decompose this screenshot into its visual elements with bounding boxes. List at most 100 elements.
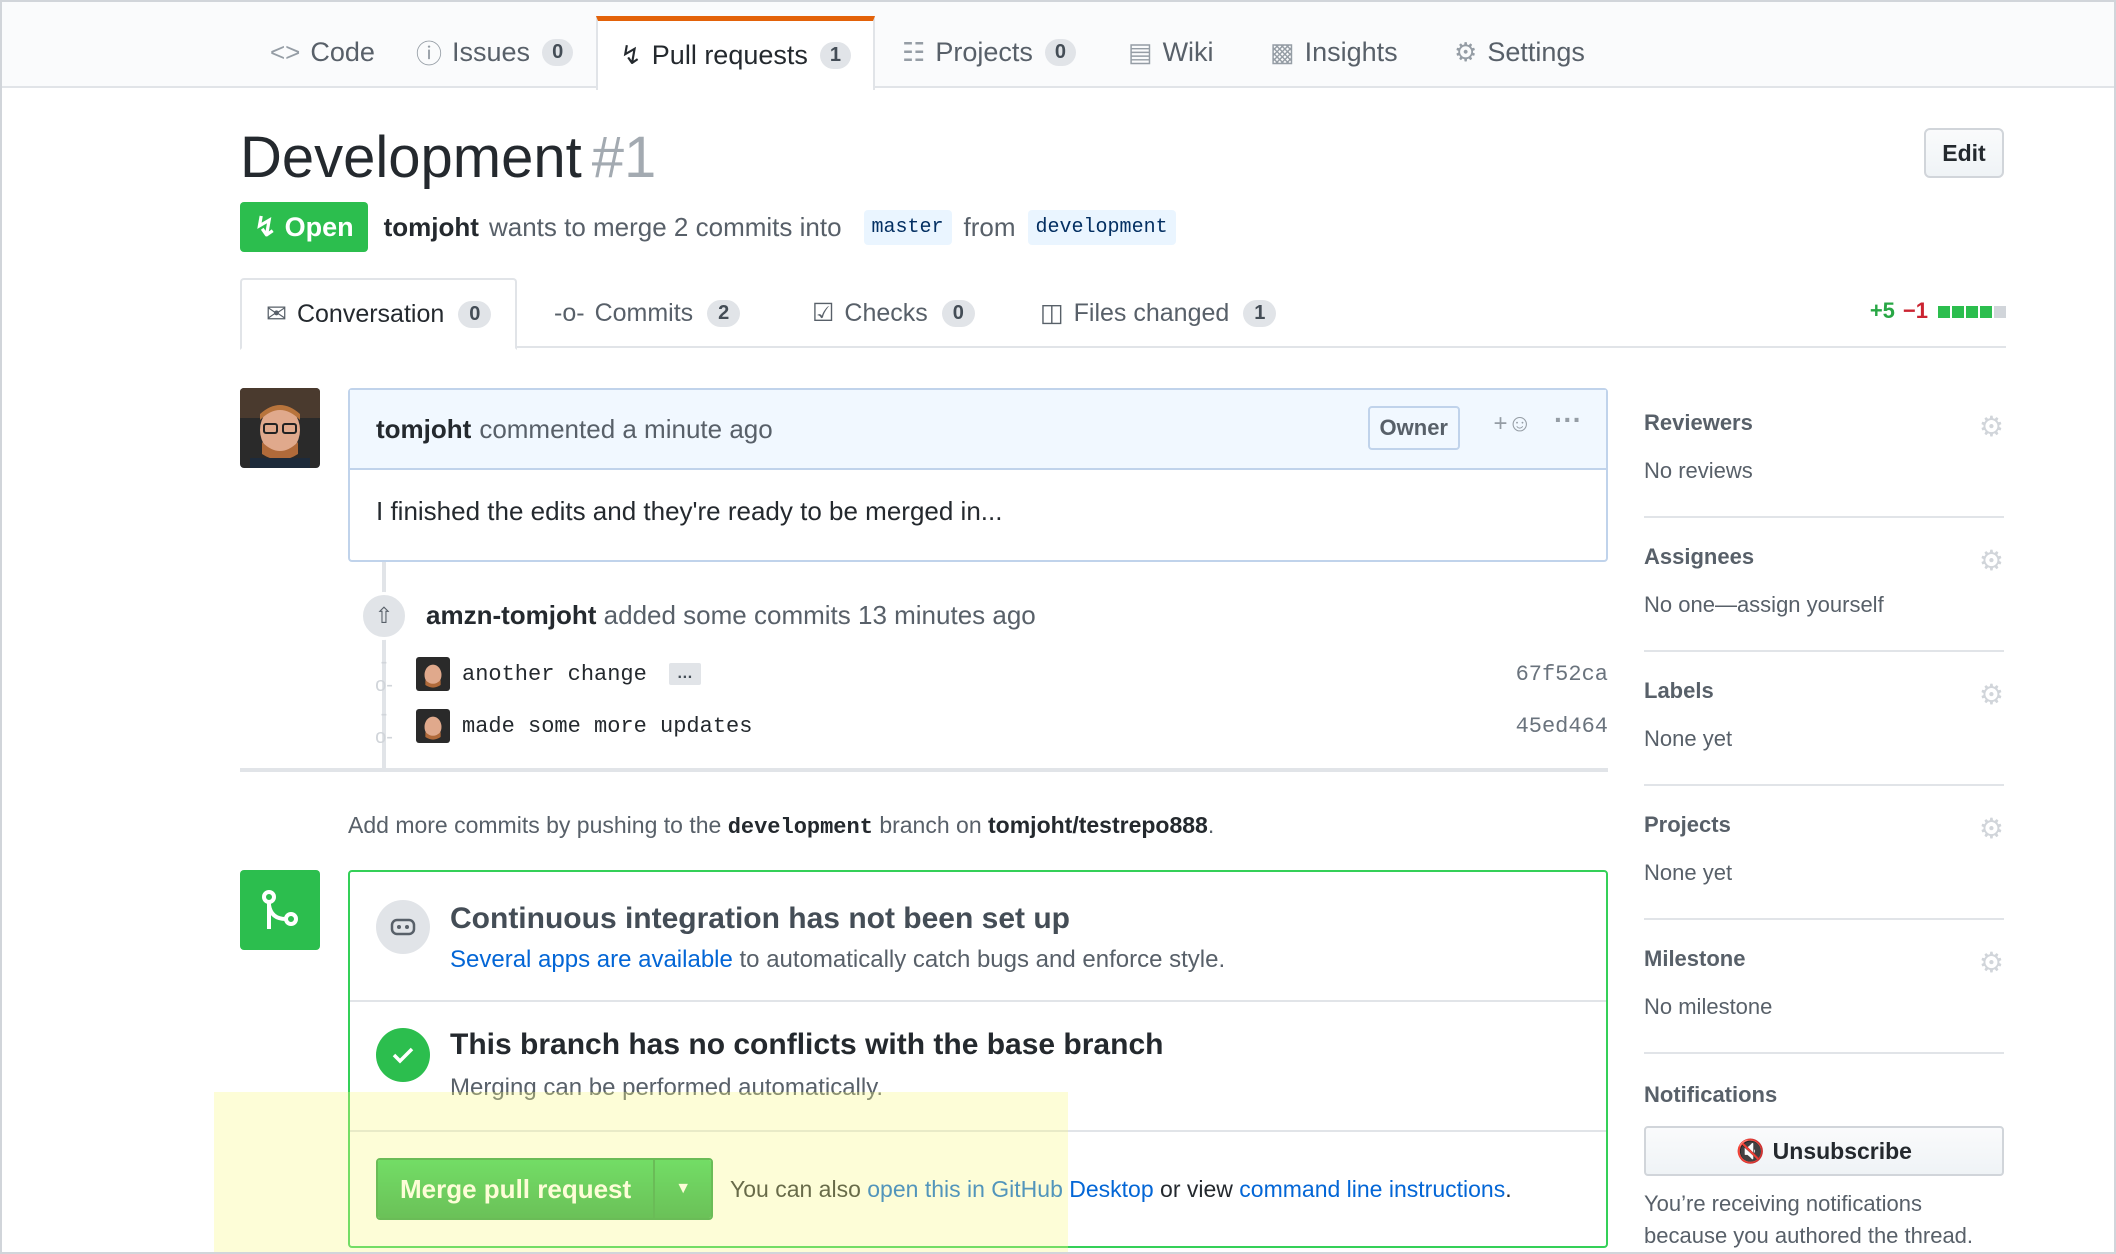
tab-files-changed-label: Files changed bbox=[1073, 298, 1230, 327]
gear-icon[interactable]: ⚙ bbox=[1979, 946, 2004, 979]
commit-message[interactable]: another change bbox=[462, 662, 647, 687]
tab-settings-label: Settings bbox=[1487, 36, 1585, 67]
tab-issues[interactable]: ⓘ Issues 0 bbox=[394, 16, 595, 88]
pr-number: #1 bbox=[591, 125, 657, 190]
sidebar-heading[interactable]: Milestone bbox=[1644, 946, 1745, 972]
head-branch[interactable]: development bbox=[1027, 209, 1176, 245]
merge-method-dropdown[interactable]: ▼ bbox=[653, 1160, 712, 1218]
gear-icon[interactable]: ⚙ bbox=[1979, 410, 2004, 443]
tab-code-label: Code bbox=[310, 36, 375, 67]
ci-subtitle-rest: to automatically catch bugs and enforce … bbox=[739, 946, 1226, 973]
open-in-desktop-link[interactable]: open this in GitHub Desktop bbox=[867, 1176, 1153, 1202]
diffstat-block bbox=[1980, 306, 1992, 318]
apps-link[interactable]: Several apps are available bbox=[450, 946, 733, 973]
sidebar-heading[interactable]: Assignees bbox=[1644, 544, 1754, 570]
checks-count: 0 bbox=[941, 299, 975, 327]
diffstat-blocks bbox=[1936, 298, 2006, 324]
diff-icon: ◫ bbox=[1040, 299, 1064, 327]
tab-insights[interactable]: ▩ Insights bbox=[1248, 16, 1420, 88]
diffstat-block bbox=[1952, 306, 1964, 318]
tab-projects-label: Projects bbox=[935, 36, 1033, 67]
repo-nav: <> Code ⓘ Issues 0 ↯ Pull requests 1 ☷ P… bbox=[2, 2, 2114, 90]
comment-timestamp[interactable]: commented a minute ago bbox=[479, 414, 772, 445]
files-changed-count: 1 bbox=[1243, 299, 1277, 327]
project-icon: ☷ bbox=[902, 36, 926, 67]
sidebar-assignees: Assignees ⚙ No one—assign yourself bbox=[1644, 544, 2004, 652]
avatar[interactable] bbox=[240, 388, 320, 468]
commit-sha[interactable]: 45ed464 bbox=[1516, 714, 1608, 739]
issues-count: 0 bbox=[542, 38, 574, 66]
merge-pull-request-button[interactable]: Merge pull request bbox=[378, 1160, 654, 1218]
git-merge-icon bbox=[240, 870, 320, 950]
commits-count: 2 bbox=[707, 299, 741, 327]
tab-commits[interactable]: -o- Commits 2 bbox=[530, 278, 764, 348]
tab-checks[interactable]: ☑ Checks 0 bbox=[788, 278, 999, 348]
diffstat-deletions: −1 bbox=[1902, 298, 1928, 323]
unsubscribe-button[interactable]: 🔇 Unsubscribe bbox=[1644, 1126, 2004, 1176]
base-branch[interactable]: master bbox=[863, 209, 952, 245]
check-icon bbox=[376, 1028, 430, 1082]
pr-tabs: ✉ Conversation 0 -o- Commits 2 ☑ Checks … bbox=[240, 278, 2006, 350]
command-line-instructions-link[interactable]: command line instructions bbox=[1239, 1176, 1505, 1202]
pull-requests-count: 1 bbox=[819, 42, 852, 69]
sidebar-value: No milestone bbox=[1644, 994, 1773, 1019]
commit-icon: -o- bbox=[554, 298, 585, 327]
commit-row: -o- another change … 67f52ca bbox=[372, 651, 1608, 696]
avatar[interactable] bbox=[416, 709, 450, 743]
gear-icon[interactable]: ⚙ bbox=[1979, 678, 2004, 711]
repo-push-icon: ⇧ bbox=[360, 592, 408, 640]
gear-icon[interactable]: ⚙ bbox=[1979, 544, 2004, 577]
tab-files-changed[interactable]: ◫ Files changed 1 bbox=[1016, 278, 1300, 348]
sidebar-heading[interactable]: Reviewers bbox=[1644, 410, 1753, 436]
unsubscribe-label: Unsubscribe bbox=[1772, 1137, 1912, 1164]
comment-header: tomjoht commented a minute ago Owner +☺ … bbox=[350, 390, 1606, 470]
graph-icon: ▩ bbox=[1270, 36, 1295, 67]
pr-state-row: ↯ Open tomjoht wants to merge 2 commits … bbox=[240, 202, 1188, 252]
ci-title: Continuous integration has not been set … bbox=[450, 902, 1070, 935]
avatar[interactable] bbox=[416, 657, 450, 691]
ci-status-icon bbox=[376, 900, 430, 954]
tab-issues-label: Issues bbox=[452, 36, 531, 67]
sidebar-value: No reviews bbox=[1644, 458, 1753, 483]
gear-icon[interactable]: ⚙ bbox=[1979, 812, 2004, 845]
event-text: added some commits 13 minutes ago bbox=[603, 600, 1036, 630]
tab-wiki[interactable]: ▤ Wiki bbox=[1106, 16, 1236, 88]
commit-sha[interactable]: 67f52ca bbox=[1516, 662, 1608, 687]
tab-code[interactable]: <> Code bbox=[248, 16, 397, 88]
status-badge: ↯ Open bbox=[240, 202, 368, 252]
conflicts-section: This branch has no conflicts with the ba… bbox=[350, 1002, 1606, 1132]
commit-expand-button[interactable]: … bbox=[668, 663, 701, 685]
push-hint-middle: branch on bbox=[879, 812, 982, 838]
merge-footer-suffix: . bbox=[1505, 1176, 1512, 1202]
tab-pull-requests[interactable]: ↯ Pull requests 1 bbox=[596, 16, 876, 90]
tab-pull-requests-label: Pull requests bbox=[651, 40, 808, 70]
sidebar-reviewers: Reviewers ⚙ No reviews bbox=[1644, 410, 2004, 518]
tab-settings[interactable]: ⚙ Settings bbox=[1432, 16, 1607, 88]
book-icon: ▤ bbox=[1128, 36, 1153, 67]
commit-message[interactable]: made some more updates bbox=[462, 714, 752, 739]
push-hint-repo[interactable]: tomjoht/testrepo888 bbox=[988, 812, 1208, 838]
sidebar-heading[interactable]: Labels bbox=[1644, 678, 1714, 704]
issue-icon: ⓘ bbox=[416, 38, 443, 69]
merge-footer-mid: or view bbox=[1160, 1176, 1233, 1202]
comment-author[interactable]: tomjoht bbox=[376, 414, 471, 445]
tab-conversation-label: Conversation bbox=[296, 299, 445, 328]
merge-footer: You can also open this in GitHub Desktop… bbox=[730, 1176, 1512, 1203]
event-author[interactable]: amzn-tomjoht bbox=[426, 600, 596, 630]
sidebar-heading[interactable]: Projects bbox=[1644, 812, 1731, 838]
gear-icon: ⚙ bbox=[1454, 36, 1478, 67]
pull-request-icon: ↯ bbox=[620, 40, 642, 70]
edit-button[interactable]: Edit bbox=[1924, 128, 2004, 178]
triangle-down-icon: ▼ bbox=[675, 1180, 692, 1197]
tab-projects[interactable]: ☷ Projects 0 bbox=[880, 16, 1098, 88]
sidebar-value: None yet bbox=[1644, 726, 1733, 751]
tab-conversation[interactable]: ✉ Conversation 0 bbox=[240, 278, 518, 350]
sidebar-value[interactable]: No one—assign yourself bbox=[1644, 592, 1884, 618]
tab-wiki-label: Wiki bbox=[1162, 36, 1214, 67]
status-badge-label: Open bbox=[284, 211, 354, 242]
pr-author-link[interactable]: tomjoht bbox=[384, 212, 479, 243]
kebab-horizontal-icon[interactable]: ··· bbox=[1554, 404, 1582, 436]
git-commit-icon: -o- bbox=[375, 651, 393, 696]
add-reaction-icon[interactable]: +☺ bbox=[1493, 410, 1532, 438]
sidebar-projects: Projects ⚙ None yet bbox=[1644, 812, 2004, 920]
